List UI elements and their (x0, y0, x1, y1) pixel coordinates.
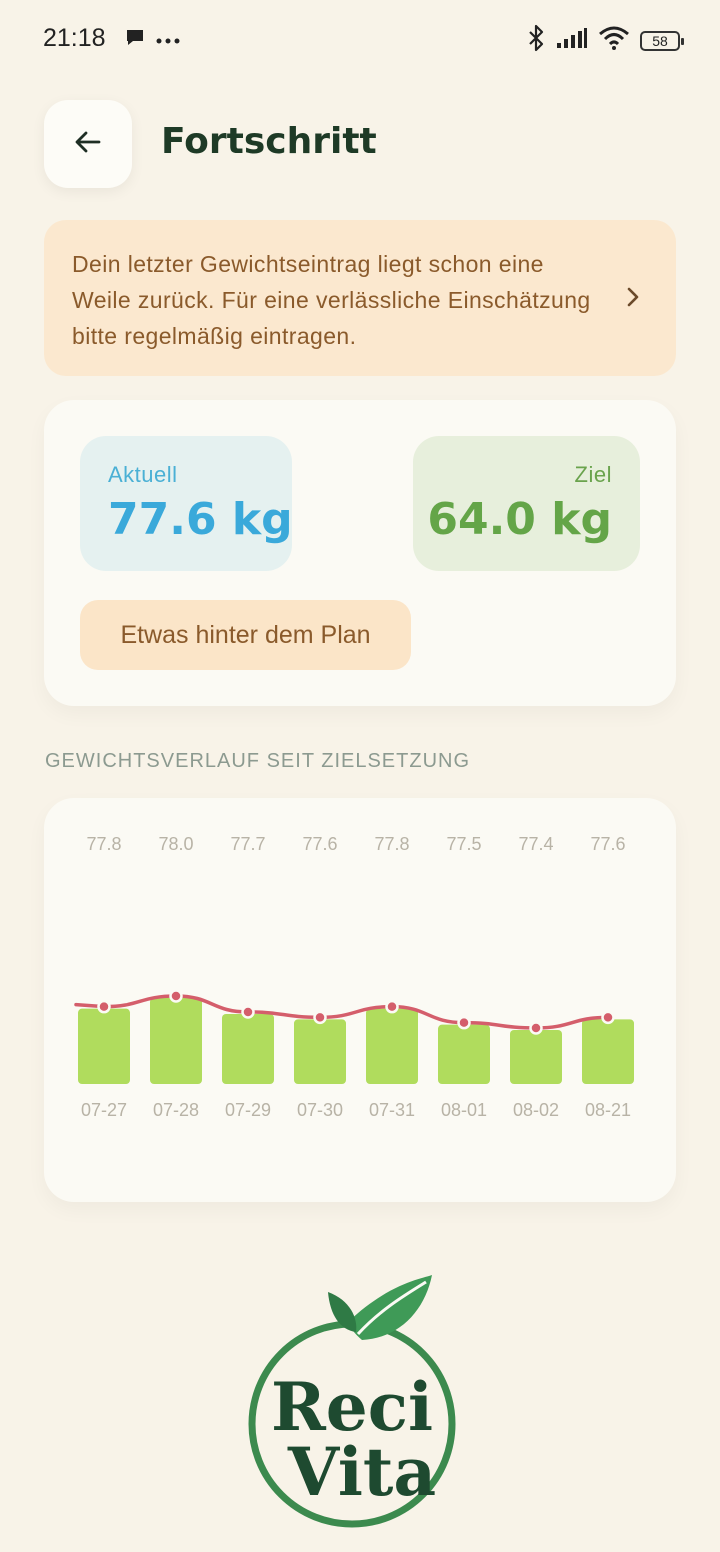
back-button[interactable] (44, 100, 132, 188)
goal-weight-value: 64.0 kg (427, 494, 612, 545)
chart-x-tick-label: 08-02 (513, 1100, 559, 1120)
chart-value-label: 77.6 (302, 834, 337, 854)
signal-icon (556, 27, 588, 54)
chart-bar (366, 1008, 418, 1084)
recivita-logo: Reci Vita (240, 1270, 480, 1540)
chart-point (313, 1010, 327, 1025)
chart-section-heading: GEWICHTSVERLAUF SEIT ZIELSETZUNG (45, 750, 471, 772)
chart-bar (78, 1008, 130, 1084)
wifi-icon (598, 26, 630, 55)
chart-point (169, 989, 183, 1003)
goal-weight-label: Ziel (574, 462, 612, 487)
chart-value-label: 77.7 (230, 834, 265, 854)
weight-stats-card: Aktuell 77.6 kg Ziel 64.0 kg Etwas hinte… (44, 400, 676, 706)
chart-x-tick-label: 07-28 (153, 1100, 199, 1120)
bluetooth-icon (526, 24, 546, 57)
chart-bar (222, 1014, 274, 1084)
chart-value-label: 77.8 (374, 834, 409, 854)
battery-icon: 58 (640, 30, 684, 51)
chart-bar (150, 998, 202, 1084)
chart-bar (294, 1019, 346, 1084)
current-weight-value: 77.6 kg (108, 494, 293, 545)
chart-x-tick-label: 07-31 (369, 1100, 415, 1120)
chart-point (601, 1010, 615, 1025)
goal-weight-box: Ziel 64.0 kg (413, 436, 640, 571)
chart-point (529, 1021, 543, 1035)
more-dots-icon (156, 32, 180, 50)
weight-reminder-banner[interactable]: Dein letzter Gewichtseintrag liegt schon… (44, 220, 676, 376)
logo-text-line2: Vita (287, 1433, 436, 1511)
weight-chart: 77.8 07-27 78.0 07-28 77.7 07-29 77.6 07-30 77.8… (74, 834, 634, 1120)
chart-point (241, 1005, 255, 1019)
chart-point (97, 999, 111, 1014)
chart-point (385, 999, 399, 1014)
chart-value-label: 78.0 (158, 834, 193, 854)
chart-bar (438, 1024, 490, 1084)
chart-value-label: 77.5 (446, 834, 481, 854)
reminder-text: Dein letzter Gewichtseintrag liegt schon… (72, 251, 591, 349)
weight-chart-card: 77.8 07-27 78.0 07-28 77.7 07-29 77.6 07-30 77.8… (44, 798, 676, 1202)
plan-status-badge: Etwas hinter dem Plan (80, 600, 411, 670)
page-title: Fortschritt (161, 121, 377, 162)
current-weight-box: Aktuell 77.6 kg (80, 436, 293, 571)
chevron-right-icon (626, 286, 640, 313)
chat-bubble-icon (124, 27, 146, 54)
chart-value-label: 77.4 (518, 834, 553, 854)
chart-x-tick-label: 08-21 (585, 1100, 631, 1120)
chart-bar (582, 1019, 634, 1084)
status-bar: 21:18 58 (0, 0, 720, 80)
chart-x-tick-label: 07-27 (81, 1100, 127, 1120)
battery-level: 58 (652, 32, 668, 49)
chart-x-tick-label: 07-29 (225, 1100, 271, 1120)
chart-point (457, 1015, 471, 1030)
chart-value-label: 77.8 (86, 834, 121, 854)
chart-x-tick-label: 08-01 (441, 1100, 487, 1120)
chart-x-tick-label: 07-30 (297, 1100, 343, 1120)
chart-bar (510, 1030, 562, 1084)
status-time: 21:18 (43, 24, 106, 52)
chart-value-label: 77.6 (590, 834, 625, 854)
current-weight-label: Aktuell (108, 462, 178, 487)
arrow-left-icon (73, 127, 103, 162)
